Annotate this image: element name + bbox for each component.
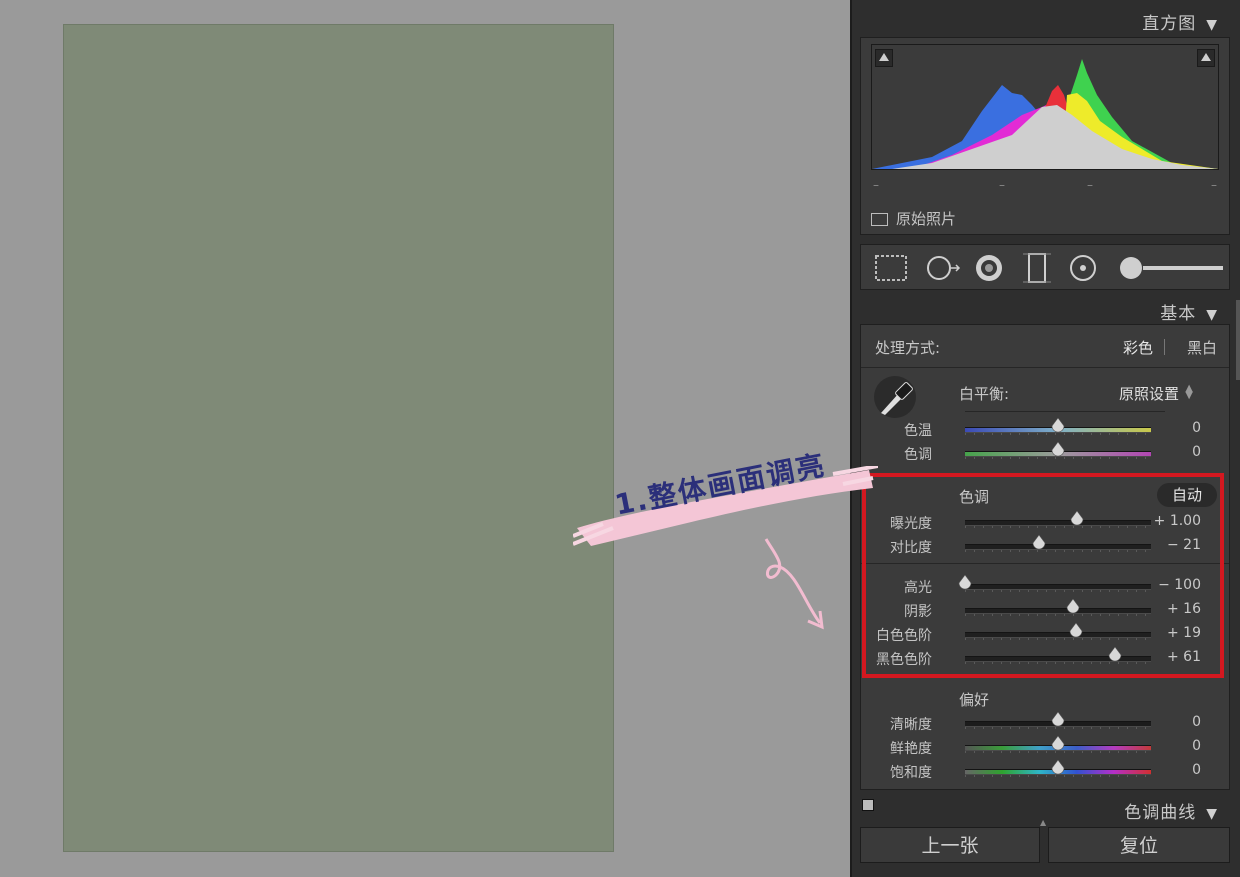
panel-scrollbar[interactable]	[1236, 300, 1240, 380]
red-eye-icon[interactable]	[976, 255, 1002, 281]
slider-value[interactable]: 0	[1192, 738, 1201, 754]
slider-row: 鲜艳度 0	[861, 735, 1229, 758]
treatment-color-option[interactable]: 彩色	[1123, 337, 1153, 358]
histogram-dash-2: –	[999, 178, 1005, 192]
histogram-graph	[871, 44, 1219, 170]
tool-strip-icons	[875, 253, 1223, 283]
highlight-box	[862, 473, 1224, 678]
treatment-label: 处理方式:	[875, 339, 941, 357]
histogram-title: 直方图	[1142, 14, 1197, 34]
spot-removal-icon[interactable]	[927, 256, 961, 280]
slider-row: 饱和度 0	[861, 759, 1229, 782]
slider-value[interactable]: 0	[1192, 714, 1201, 730]
white-balance-label: 白平衡:	[959, 385, 1010, 403]
radial-filter-icon[interactable]	[1070, 255, 1096, 281]
reset-button[interactable]: 复位	[1048, 827, 1230, 863]
highlight-clipping-icon[interactable]	[1197, 49, 1215, 67]
panel-switch-icon[interactable]	[862, 799, 874, 811]
scroll-indicator-icon: ▲	[1040, 818, 1047, 827]
crop-tool-icon[interactable]	[875, 255, 907, 281]
annotation-arrow-icon	[764, 538, 824, 630]
divider	[861, 367, 1229, 368]
collapse-triangle-icon: ▼	[1206, 307, 1218, 323]
slider-row: 色调 0	[861, 441, 1229, 464]
updown-arrow-icon: ▲ ▼	[1185, 383, 1193, 401]
histogram-curves	[872, 59, 1218, 169]
original-photo-checkbox[interactable]	[871, 213, 888, 226]
treatment-divider	[1164, 339, 1165, 355]
shadow-clipping-icon[interactable]	[875, 49, 893, 67]
photo-canvas	[0, 0, 850, 877]
develop-panel: 直方图 ▼ – – – – 原始照片 基本 ▼ 处理方式: 彩色 黑白 白平衡:…	[850, 0, 1240, 877]
slider-thumb[interactable]	[1051, 711, 1065, 728]
histogram-dash-4: –	[1211, 178, 1217, 192]
slider-value[interactable]: 0	[1192, 444, 1201, 460]
slider-thumb[interactable]	[1051, 417, 1065, 434]
histogram-dash-3: –	[1087, 178, 1093, 192]
original-photo-toggle[interactable]: 原始照片	[871, 208, 956, 229]
basic-title: 基本	[1160, 304, 1197, 324]
annotation-callout: 1.整体画面调亮	[573, 448, 878, 546]
treatment-bw-option[interactable]: 黑白	[1187, 337, 1217, 358]
presence-title: 偏好	[959, 691, 990, 709]
collapse-triangle-icon: ▼	[1206, 806, 1218, 822]
slider-label: 清晰度	[890, 717, 932, 733]
adjustment-brush-icon[interactable]	[1120, 257, 1223, 279]
slider-value[interactable]: 0	[1192, 420, 1201, 436]
basic-header[interactable]: 基本 ▼	[1160, 299, 1218, 324]
slider-label: 鲜艳度	[890, 741, 932, 757]
tone-curve-header[interactable]: 色调曲线 ▼	[1124, 798, 1218, 823]
histogram-dash-1: –	[873, 178, 879, 192]
slider-value[interactable]: 0	[1192, 762, 1201, 778]
histogram-panel: – – – – 原始照片	[860, 37, 1230, 235]
slider-label: 色调	[904, 447, 932, 463]
previous-button[interactable]: 上一张	[860, 827, 1040, 863]
slider-thumb[interactable]	[1051, 735, 1065, 752]
divider	[965, 411, 1165, 412]
slider-row: 色温 0	[861, 417, 1229, 440]
white-balance-eyedropper-icon[interactable]	[873, 375, 917, 419]
tool-strip	[860, 244, 1230, 290]
slider-thumb[interactable]	[1051, 441, 1065, 458]
original-photo-label: 原始照片	[896, 210, 957, 228]
graduated-filter-icon[interactable]	[1023, 253, 1051, 283]
slider-row: 清晰度 0	[861, 711, 1229, 734]
tone-curve-title: 色调曲线	[1124, 803, 1197, 823]
slider-thumb[interactable]	[1051, 759, 1065, 776]
collapse-triangle-icon: ▼	[1206, 17, 1218, 33]
slider-label: 饱和度	[890, 765, 932, 781]
white-balance-select[interactable]: 原照设置	[1119, 383, 1179, 404]
slider-label: 色温	[904, 423, 932, 439]
histogram-header[interactable]: 直方图 ▼	[1142, 9, 1218, 34]
photo-preview[interactable]	[63, 24, 614, 852]
